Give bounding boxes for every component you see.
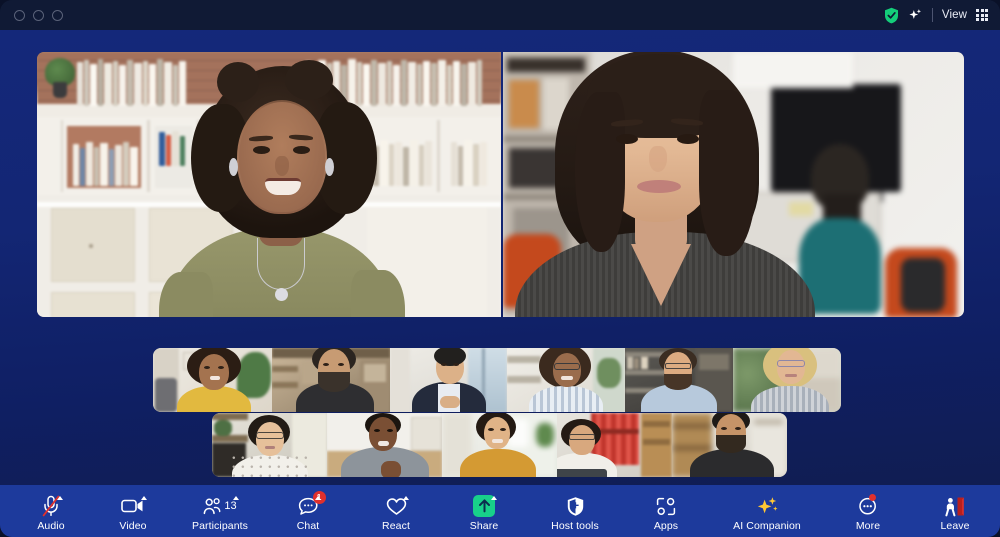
participants-button[interactable]: 13 Participants [189,490,251,532]
video-caret-icon[interactable] [141,496,147,500]
zoom-meeting-window: View Audio Video 13 Participants 1 Chat … [0,0,1000,537]
participants-label: Participants [191,520,249,532]
video-thumbnail-1[interactable] [153,348,272,412]
filmstrip-row-2 [212,413,787,477]
sparkle-icon[interactable] [908,8,923,23]
grid-view-icon[interactable] [976,9,988,21]
video-thumbnail-10[interactable] [557,413,672,477]
more-ellipsis-icon [858,494,878,517]
audio-caret-icon[interactable] [57,496,63,500]
audio-label: Audio [37,520,65,532]
apps-label: Apps [653,520,679,532]
video-thumbnail-11[interactable] [672,413,787,477]
host-tools-button[interactable]: Host tools [541,490,609,532]
video-thumbnail-6[interactable] [733,348,841,412]
share-button[interactable]: Share [453,490,515,532]
view-label[interactable]: View [942,9,967,21]
participants-count: 13 [224,500,237,512]
share-caret-icon[interactable] [491,496,497,500]
minimize-button[interactable] [33,9,44,21]
video-tile-speaker-2[interactable] [503,52,964,317]
video-thumbnail-2[interactable] [272,348,390,412]
leave-button[interactable]: Leave [924,490,986,532]
toolbar-left-group: Audio Video [20,490,164,532]
toolbar-center-group: 13 Participants 1 Chat React Share Host … [189,490,899,532]
leave-label: Leave [940,520,970,532]
share-screen-icon [473,495,497,517]
video-button[interactable]: Video [102,490,164,532]
chat-caret-icon[interactable] [314,496,321,500]
more-button[interactable]: More [837,490,899,532]
video-camera-icon [121,495,147,517]
video-thumbnail-3[interactable] [390,348,507,412]
participants-caret-icon[interactable] [232,496,239,500]
video-stage [0,30,1000,485]
video-thumbnail-9[interactable] [442,413,557,477]
video-tile-speaker-1[interactable] [37,52,501,317]
video-thumbnail-7[interactable] [212,413,327,477]
apps-icon [656,495,676,517]
shield-icon [566,495,585,517]
video-thumbnail-4[interactable] [507,348,625,412]
chat-bubble-icon: 1 [298,491,326,517]
participants-icon: 13 [203,495,239,517]
chat-button[interactable]: 1 Chat [277,490,339,532]
heart-icon [386,495,409,517]
title-bar: View [0,0,1000,30]
react-caret-icon[interactable] [402,496,409,500]
react-label: React [382,520,410,532]
window-traffic-lights [14,9,63,21]
ai-companion-button[interactable]: AI Companion [723,490,811,532]
more-notification-dot [869,494,876,501]
video-thumbnail-5[interactable] [625,348,733,412]
maximize-button[interactable] [52,9,63,21]
meeting-toolbar: Audio Video 13 Participants 1 Chat React… [0,485,1000,537]
filmstrip-row-1 [153,348,841,412]
title-bar-controls: View [884,7,988,24]
more-label: More [855,520,881,532]
host-tools-label: Host tools [551,520,599,532]
video-label: Video [119,520,147,532]
active-speaker-tiles [37,52,964,317]
leave-door-icon [943,495,967,517]
close-button[interactable] [14,9,25,21]
audio-button[interactable]: Audio [20,490,82,532]
video-thumbnail-8[interactable] [327,413,442,477]
react-button[interactable]: React [365,490,427,532]
chat-label: Chat [296,520,320,532]
apps-button[interactable]: Apps [635,490,697,532]
sparkle-icon [755,495,779,517]
divider [931,8,933,22]
microphone-muted-icon [41,495,63,517]
toolbar-right-group: Leave [924,490,986,532]
share-label: Share [469,520,499,532]
ai-companion-label: AI Companion [733,520,801,532]
shield-check-icon[interactable] [884,7,899,24]
